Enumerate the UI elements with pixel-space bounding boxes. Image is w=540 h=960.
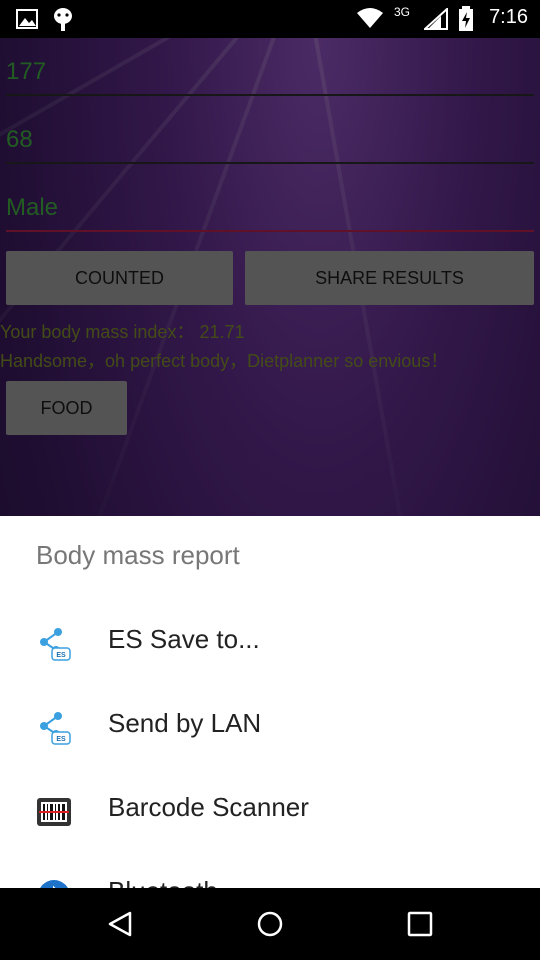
svg-text:ES: ES (56, 736, 66, 743)
bluetooth-icon (40, 880, 68, 888)
share-sheet: Body mass report ES ES Save to... ES Sen… (0, 516, 540, 888)
share-item-label: ES Save to... (108, 624, 260, 654)
signal-icon (424, 8, 448, 30)
back-icon (108, 911, 132, 937)
svg-text:ES: ES (56, 652, 66, 659)
share-item-label: Bluetooth (108, 876, 218, 888)
home-button[interactable] (256, 910, 284, 938)
share-sheet-title: Body mass report (36, 540, 240, 570)
recents-icon (407, 911, 433, 937)
share-item-bluetooth[interactable]: Bluetooth (0, 852, 540, 888)
home-icon (257, 911, 283, 937)
share-item-barcode-scanner[interactable]: Barcode Scanner (0, 768, 540, 852)
android-icon (54, 8, 72, 31)
clock: 7:16 (489, 6, 528, 28)
share-item-send-by-lan[interactable]: ES Send by LAN (0, 684, 540, 768)
recents-button[interactable] (406, 910, 434, 938)
status-bar: 3G 7:16 (0, 0, 540, 38)
battery-charging-icon (459, 6, 473, 31)
share-item-label: Send by LAN (108, 708, 262, 738)
es-share-icon: ES (40, 712, 71, 745)
gallery-icon (16, 9, 38, 29)
navigation-bar (0, 888, 540, 960)
share-item-label: Barcode Scanner (108, 792, 309, 822)
share-item-es-save[interactable]: ES ES Save to... (0, 600, 540, 684)
back-button[interactable] (106, 910, 134, 938)
network-type: 3G (394, 5, 411, 19)
wifi-icon (357, 8, 383, 28)
barcode-scanner-icon (37, 798, 71, 826)
es-share-icon: ES (40, 628, 71, 661)
